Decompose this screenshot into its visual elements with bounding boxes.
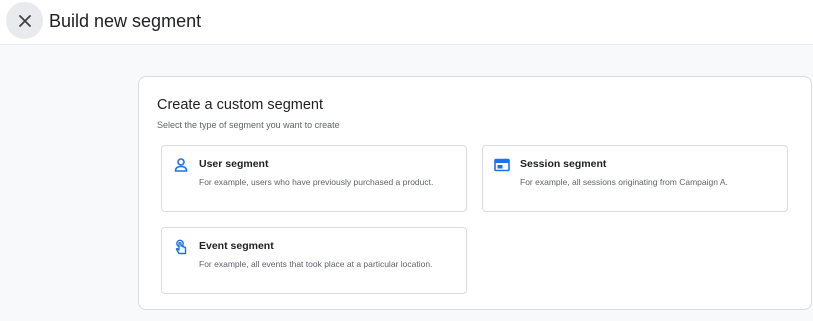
session-window-icon <box>494 158 510 172</box>
session-segment-description: For example, all sessions originating fr… <box>520 177 728 187</box>
tap-hand-icon <box>175 239 187 255</box>
session-segment-title: Session segment <box>520 158 607 170</box>
close-button[interactable] <box>6 2 43 39</box>
user-segment-description: For example, users who have previously p… <box>199 177 434 187</box>
segment-type-panel: Create a custom segment Select the type … <box>138 76 812 310</box>
session-segment-card[interactable]: Session segment For example, all session… <box>482 145 788 212</box>
close-icon <box>18 14 31 27</box>
user-segment-title: User segment <box>199 158 269 170</box>
person-icon <box>174 158 188 172</box>
user-segment-card[interactable]: User segment For example, users who have… <box>161 145 467 212</box>
event-segment-title: Event segment <box>199 240 274 252</box>
page-title: Build new segment <box>49 11 202 31</box>
event-segment-card[interactable]: Event segment For example, all events th… <box>161 227 467 294</box>
panel-title: Create a custom segment <box>157 97 324 113</box>
event-segment-description: For example, all events that took place … <box>199 259 433 269</box>
panel-subtitle: Select the type of segment you want to c… <box>157 120 340 130</box>
top-bar: Build new segment <box>0 0 813 45</box>
